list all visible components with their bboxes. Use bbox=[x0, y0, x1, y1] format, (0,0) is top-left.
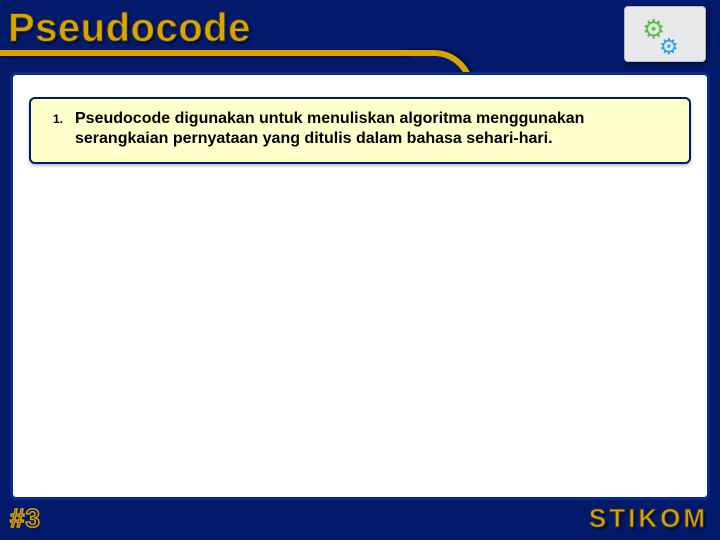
gears-icon bbox=[645, 20, 685, 48]
page-number: #3 bbox=[10, 503, 41, 534]
note-box: 1. Pseudocode digunakan untuk menuliskan… bbox=[29, 97, 691, 164]
slide-title: Pseudocode bbox=[8, 6, 251, 51]
brand-label: STIKOM bbox=[589, 503, 708, 534]
note-number: 1. bbox=[45, 109, 63, 150]
list-item: 1. Pseudocode digunakan untuk menuliskan… bbox=[45, 109, 675, 150]
logo-box bbox=[624, 6, 706, 62]
title-underline bbox=[0, 50, 410, 56]
note-text: Pseudocode digunakan untuk menuliskan al… bbox=[75, 109, 675, 150]
content-panel: 1. Pseudocode digunakan untuk menuliskan… bbox=[10, 72, 710, 500]
